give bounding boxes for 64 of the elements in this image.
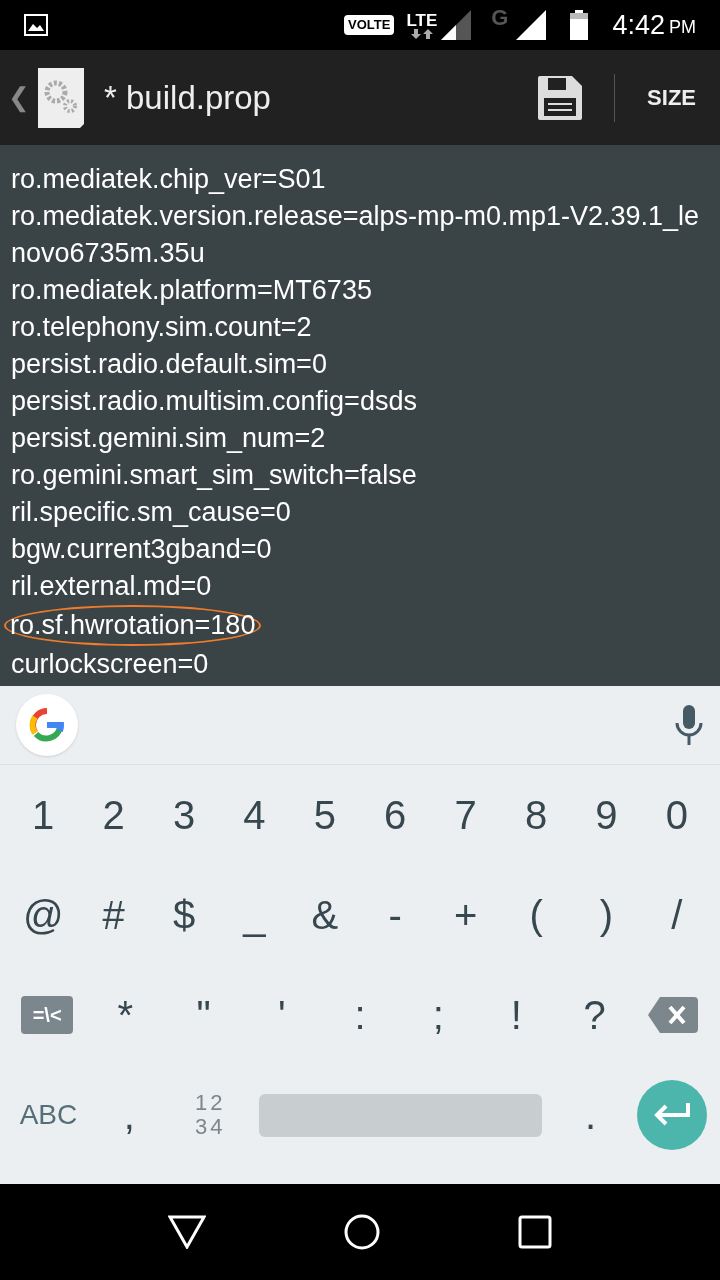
keyboard-key[interactable]: / [641, 865, 713, 965]
keyboard-key[interactable]: 7 [430, 765, 501, 865]
save-icon[interactable] [538, 75, 583, 120]
keyboard-key[interactable]: , [88, 1065, 170, 1165]
keyboard-key[interactable]: # [78, 865, 149, 965]
keyboard-key[interactable]: ! [477, 965, 556, 1065]
editor-line: persist.radio.multisim.config=dsds [11, 385, 418, 418]
volte-badge: VOLTE [344, 15, 395, 35]
editor-line: ro.mediatek.chip_ver=S01 [11, 163, 327, 196]
google-icon [29, 707, 65, 743]
battery-icon [570, 10, 589, 40]
keyboard-key[interactable]: 6 [360, 765, 431, 865]
back-button[interactable]: ❮ [8, 78, 30, 117]
keyboard-key[interactable]: : [320, 965, 400, 1065]
keyboard-key[interactable]: 9 [571, 765, 642, 865]
settings-file-icon [38, 67, 84, 128]
back-icon[interactable] [168, 1215, 207, 1249]
keyboard-key[interactable]: 8 [500, 765, 572, 865]
keyboard-key[interactable]: * [86, 965, 165, 1065]
text-editor[interactable] [0, 145, 720, 686]
editor-line: ro.mediatek.platform=MT6735 [11, 274, 373, 307]
network-type: G [491, 3, 509, 32]
clock-ampm: PM [669, 15, 696, 39]
editor-line: persist.radio.default.sim=0 [11, 348, 328, 381]
keyboard-key[interactable]: ? [555, 965, 634, 1065]
keyboard-key[interactable]: 1 [8, 765, 79, 865]
editor-line: ril.specific.sm_cause=0 [11, 496, 292, 529]
size-button[interactable]: SIZE [647, 81, 696, 114]
symbols-key[interactable]: =\< [21, 996, 74, 1034]
keyboard-key[interactable]: & [289, 865, 361, 965]
editor-line: bgw.current3gband=0 [11, 533, 273, 566]
editor-line: persist.gemini.sim_num=2 [11, 422, 327, 455]
keyboard-key[interactable]: _ [219, 865, 290, 965]
keyboard-key[interactable]: 3 [148, 765, 220, 865]
keyboard-key[interactable]: @ [8, 865, 79, 965]
keyboard-key[interactable]: + [430, 865, 501, 965]
home-icon[interactable] [343, 1213, 381, 1251]
keyboard-key[interactable]: $ [148, 865, 220, 965]
keyboard-key[interactable]: " [164, 965, 243, 1065]
editor-line: ro.telephony.sim.count=2 [11, 311, 313, 344]
network-type: LTE [406, 11, 438, 29]
signal-icon [516, 10, 547, 40]
keyboard-key[interactable]: ) [571, 865, 642, 965]
keyboard-key[interactable]: - [360, 865, 431, 965]
editor-line: ro.gemini.smart_sim_switch=false [11, 459, 418, 492]
microphone-icon[interactable] [674, 705, 704, 745]
keyboard-key[interactable]: ' [242, 965, 321, 1065]
image-icon [24, 14, 48, 36]
keyboard-key[interactable]: ( [500, 865, 572, 965]
signal-icon [441, 10, 472, 40]
editor-line: curlockscreen=0 [11, 648, 210, 681]
file-title: * build.prop [104, 77, 271, 118]
editor-line: ril.external.md=0 [11, 570, 213, 603]
keyboard-key[interactable]: 5 [289, 765, 361, 865]
keyboard-key[interactable]: . [550, 1065, 632, 1165]
backspace-icon[interactable] [647, 997, 698, 1033]
clock-time: 4:42 [612, 8, 665, 42]
keyboard-key[interactable]: 4 [219, 765, 290, 865]
keyboard-key[interactable]: 0 [641, 765, 713, 865]
keyboard-key[interactable]: 2 [78, 765, 149, 865]
keyboard-key[interactable]: ; [399, 965, 478, 1065]
recents-icon[interactable] [517, 1215, 552, 1249]
google-button[interactable] [16, 694, 78, 756]
abc-key[interactable]: ABC [8, 1065, 89, 1165]
